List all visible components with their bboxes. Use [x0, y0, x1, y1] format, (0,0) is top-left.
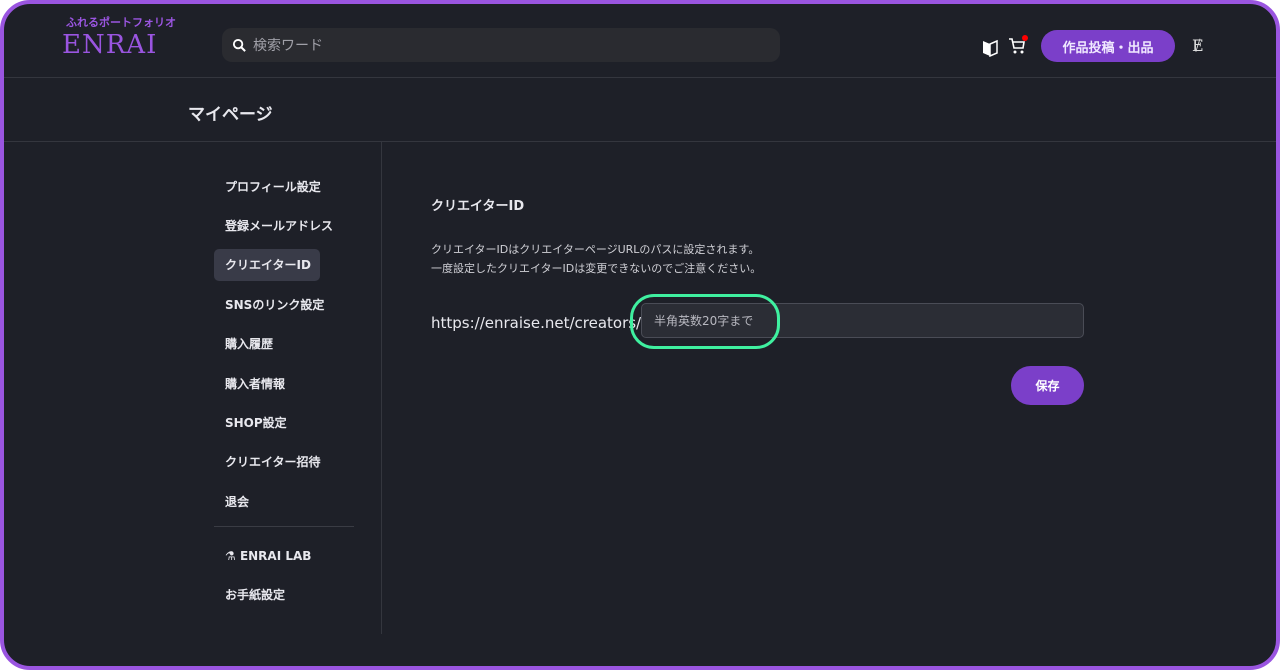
- avatar[interactable]: Ɇ: [1192, 36, 1204, 55]
- post-work-button[interactable]: 作品投稿・出品: [1041, 30, 1175, 62]
- sidebar-item-sns[interactable]: SNSのリンク設定: [214, 289, 324, 321]
- sidebar-item-invite[interactable]: クリエイター招待: [214, 446, 321, 478]
- sidebar-item-purchase-history[interactable]: 購入履歴: [214, 328, 320, 360]
- flask-icon: ⚗: [225, 549, 240, 563]
- sidebar-item-shop[interactable]: SHOP設定: [214, 407, 320, 439]
- description-line: クリエイターIDはクリエイターページURLのパスに設定されます。: [431, 243, 760, 256]
- sidebar-item-profile[interactable]: プロフィール設定: [214, 171, 321, 203]
- search-bar[interactable]: 検索ワード: [222, 28, 780, 62]
- divider: [214, 526, 354, 527]
- sidebar-item-lab[interactable]: ⚗ ENRAI LAB: [214, 540, 320, 572]
- sidebar-item-withdraw[interactable]: 退会: [214, 486, 320, 518]
- cart-icon[interactable]: [1008, 35, 1028, 59]
- tagline: ふれるポートフォリオ: [66, 16, 176, 29]
- save-button[interactable]: 保存: [1011, 366, 1084, 405]
- creator-id-input[interactable]: [641, 303, 1084, 338]
- lab-label: ENRAI LAB: [239, 549, 312, 563]
- description: クリエイターIDはクリエイターページURLのパスに設定されます。 一度設定したク…: [431, 240, 761, 278]
- search-icon: [232, 38, 246, 52]
- sidebar-item-email[interactable]: 登録メールアドレス: [214, 210, 333, 242]
- description-line: 一度設定したクリエイターIDは変更できないのでご注意ください。: [431, 262, 762, 275]
- beginner-mark-icon[interactable]: [982, 39, 998, 57]
- sidebar: プロフィール設定 登録メールアドレス クリエイターID SNSのリンク設定 購入…: [214, 142, 382, 634]
- page-title: マイページ: [188, 105, 273, 125]
- search-input[interactable]: 検索ワード: [253, 35, 323, 55]
- app-window: ふれるポートフォリオ ENRAI 検索ワード 作品投稿・出品 Ɇ マイページ プ…: [0, 0, 1280, 670]
- sidebar-item-creator-id[interactable]: クリエイターID: [214, 249, 320, 281]
- logo[interactable]: ENRAI: [62, 30, 157, 60]
- header: ふれるポートフォリオ ENRAI 検索ワード 作品投稿・出品 Ɇ: [4, 4, 1276, 78]
- section-heading: クリエイターID: [431, 199, 525, 214]
- url-prefix: https://enraise.net/creators/: [431, 314, 642, 332]
- notification-dot: [1022, 35, 1028, 41]
- sidebar-item-letter[interactable]: お手紙設定: [214, 579, 320, 611]
- sidebar-item-buyer-info[interactable]: 購入者情報: [214, 368, 320, 400]
